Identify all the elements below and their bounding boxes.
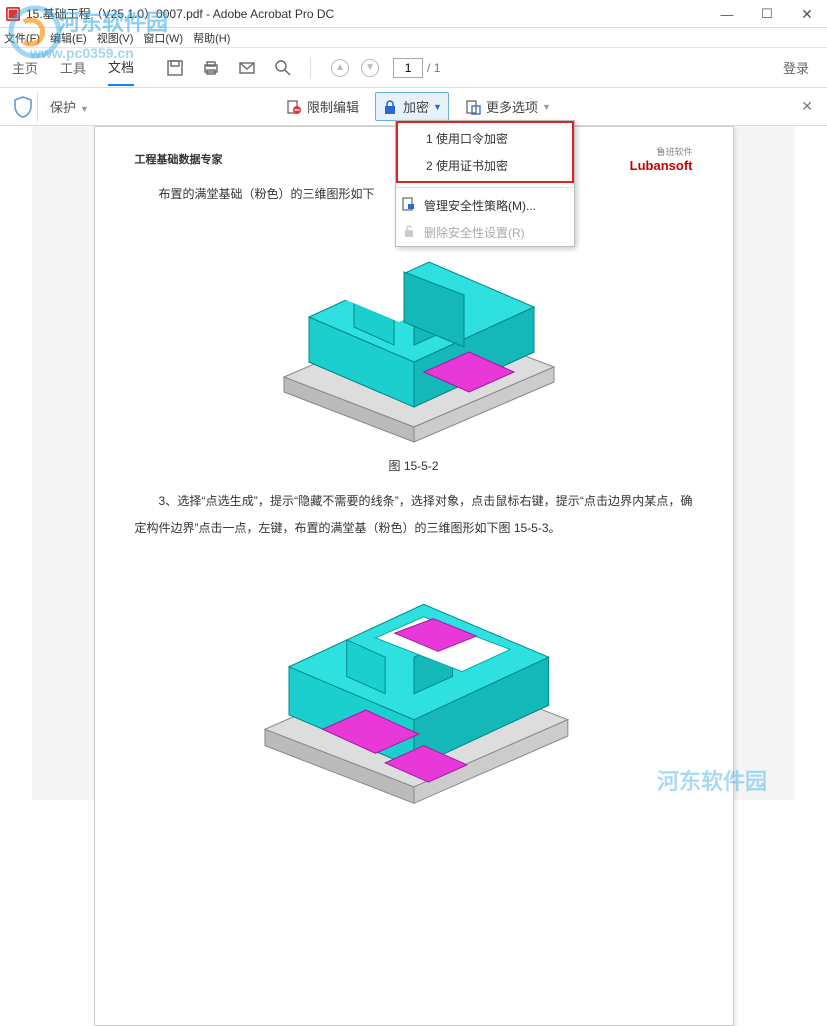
tab-document[interactable]: 文档 [108, 49, 134, 86]
encrypt-cert-item[interactable]: 2 使用证书加密 [398, 152, 572, 179]
mail-icon[interactable] [238, 59, 256, 77]
close-button[interactable]: ✕ [787, 0, 827, 28]
encrypt-button[interactable]: 加密▼ [375, 92, 449, 121]
page-up-icon[interactable]: ▲ [331, 59, 349, 77]
tab-tools[interactable]: 工具 [60, 50, 86, 85]
title-bar: 15.基础工程（V25.1.0）0007.pdf - Adobe Acrobat… [0, 0, 827, 28]
menu-file[interactable]: 文件(F) [4, 30, 40, 46]
figure-1 [254, 217, 574, 447]
more-icon [465, 99, 481, 115]
page-total: / 1 [427, 61, 440, 75]
remove-security-item: 删除安全性设置(R) [396, 219, 574, 246]
unlock-icon [402, 224, 416, 238]
page-down-icon[interactable]: ▼ [361, 59, 379, 77]
separator [310, 57, 311, 79]
menu-edit[interactable]: 编辑(E) [50, 30, 87, 46]
menu-help[interactable]: 帮助(H) [193, 30, 230, 46]
popup-highlight: 1 使用口令加密 2 使用证书加密 [396, 121, 574, 183]
save-icon[interactable] [166, 59, 184, 77]
encrypt-password-item[interactable]: 1 使用口令加密 [398, 125, 572, 152]
page-header-left: 工程基础数据专家 [135, 151, 223, 167]
protect-label[interactable]: 保护▼ [50, 97, 89, 116]
print-icon[interactable] [202, 59, 220, 77]
lock-icon [382, 99, 398, 115]
manage-policy-item[interactable]: 管理安全性策略(M)... [396, 192, 574, 219]
close-toolbar-icon[interactable]: ✕ [801, 98, 813, 115]
pdf-icon [6, 7, 20, 21]
lubansoft-logo: 鲁班软件 Lubansoft [630, 145, 693, 173]
more-options-label: 更多选项 [486, 97, 538, 116]
encrypt-label: 加密 [403, 97, 429, 116]
shield-icon[interactable] [8, 92, 38, 122]
menu-view[interactable]: 视图(V) [97, 30, 134, 46]
menu-bar: 文件(F) 编辑(E) 视图(V) 窗口(W) 帮助(H) [0, 28, 827, 48]
restrict-edit-label: 限制编辑 [307, 97, 359, 116]
login-link[interactable]: 登录 [783, 58, 809, 77]
pdf-page: 工程基础数据专家 鲁班软件 Lubansoft 布置的满堂基础（粉色）的三维图形… [94, 126, 734, 1026]
search-icon[interactable] [274, 59, 292, 77]
restrict-edit-button[interactable]: 限制编辑 [280, 93, 365, 120]
menu-window[interactable]: 窗口(W) [143, 30, 183, 46]
restrict-icon [286, 99, 302, 115]
more-options-button[interactable]: 更多选项▼ [459, 93, 557, 120]
main-toolbar: 主页 工具 文档 ▲ ▼ / 1 登录 [0, 48, 827, 88]
page-number-input[interactable] [393, 58, 423, 78]
figure-1-caption: 图 15-5-2 [135, 457, 693, 474]
maximize-button[interactable]: ☐ [747, 0, 787, 28]
paragraph-2: 3、选择“点选生成”，提示“隐藏不需要的线条”，选择对象，点击鼠标右键，提示“点… [135, 488, 693, 541]
figure-2 [234, 561, 594, 811]
window-title: 15.基础工程（V25.1.0）0007.pdf - Adobe Acrobat… [26, 5, 334, 22]
popup-separator [396, 187, 574, 188]
policy-icon [402, 197, 416, 211]
minimize-button[interactable]: — [707, 0, 747, 28]
tab-home[interactable]: 主页 [12, 50, 38, 85]
encrypt-dropdown: 1 使用口令加密 2 使用证书加密 管理安全性策略(M)... 删除安全性设置(… [395, 120, 575, 247]
